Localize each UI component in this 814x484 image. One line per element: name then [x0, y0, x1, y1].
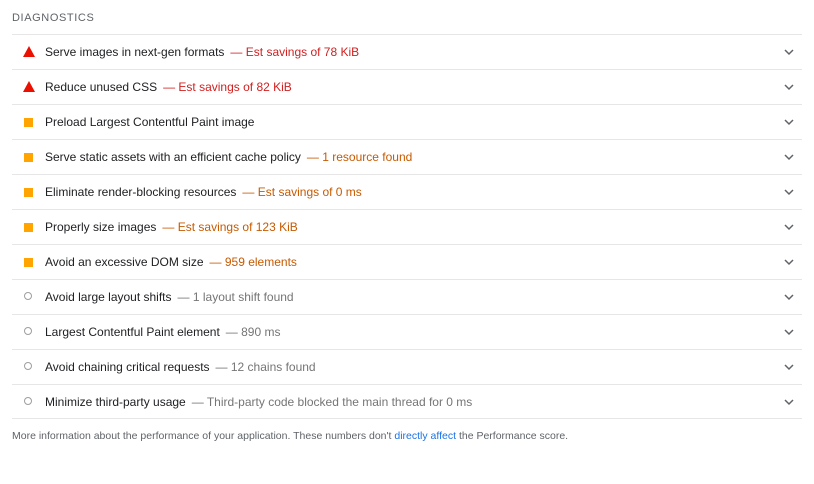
audit-label: Reduce unused CSS: [45, 80, 158, 94]
chevron-down-icon[interactable]: [784, 83, 794, 91]
audit-row-dom-size[interactable]: Avoid an excessive DOM size — 959 element…: [12, 244, 802, 279]
audit-detail: 1 layout shift found: [192, 290, 294, 304]
audit-separator: —: [225, 325, 238, 339]
audit-label: Minimize third-party usage: [45, 395, 186, 409]
red-triangle-icon: [23, 81, 35, 92]
audit-row-critical-requests[interactable]: Avoid chaining critical requests — 12 cha…: [12, 349, 802, 384]
audit-row-render-blocking[interactable]: Eliminate render-blocking resources — Est…: [12, 174, 802, 209]
audit-row-layout-shifts[interactable]: Avoid large layout shifts — 1 layout shif…: [12, 279, 802, 314]
directly-affect-link[interactable]: directly affect: [394, 430, 456, 442]
audit-separator: —: [163, 80, 176, 94]
audit-separator: —: [242, 185, 255, 199]
gray-circle-icon: [24, 292, 32, 300]
audit-label: Largest Contentful Paint element: [45, 325, 220, 339]
audit-label: Serve static assets with an efficient ca…: [45, 150, 301, 164]
audit-separator: —: [191, 395, 204, 409]
gray-circle-icon: [24, 362, 32, 370]
audit-label: Avoid chaining critical requests: [45, 360, 210, 374]
footer-text: More information about the performance o…: [12, 430, 395, 442]
chevron-down-icon[interactable]: [784, 48, 794, 56]
chevron-down-icon[interactable]: [784, 258, 794, 266]
footer-note: More information about the performance o…: [12, 430, 568, 442]
audit-detail: Est savings of 0 ms: [257, 185, 362, 199]
audit-label: Avoid large layout shifts: [45, 290, 172, 304]
audit-detail: Est savings of 78 KiB: [245, 45, 360, 59]
audit-label: Avoid an excessive DOM size: [45, 255, 204, 269]
audit-detail: Third-party code blocked the main thread…: [206, 395, 473, 409]
audit-row-next-gen-images[interactable]: Serve images in next-gen formats — Est sa…: [12, 34, 802, 69]
chevron-down-icon[interactable]: [784, 118, 794, 126]
audit-separator: —: [215, 360, 228, 374]
audit-row-cache-policy[interactable]: Serve static assets with an efficient ca…: [12, 139, 802, 174]
chevron-down-icon[interactable]: [784, 328, 794, 336]
audit-detail: 1 resource found: [322, 150, 413, 164]
audit-separator: —: [177, 290, 190, 304]
audit-detail: 12 chains found: [230, 360, 316, 374]
audit-list: Serve images in next-gen formats — Est sa…: [12, 34, 802, 419]
audit-label: Serve images in next-gen formats: [45, 45, 225, 59]
audit-separator: —: [306, 150, 319, 164]
gray-circle-icon: [24, 327, 32, 335]
audit-separator: —: [230, 45, 243, 59]
chevron-down-icon[interactable]: [784, 153, 794, 161]
audit-row-lcp-element[interactable]: Largest Contentful Paint element — 890 ms: [12, 314, 802, 349]
chevron-down-icon[interactable]: [784, 293, 794, 301]
audit-label: Preload Largest Contentful Paint image: [45, 115, 255, 129]
gray-circle-icon: [24, 397, 32, 405]
orange-square-icon: [24, 118, 33, 127]
chevron-down-icon[interactable]: [784, 363, 794, 371]
footer-text-end: the Performance score.: [456, 430, 569, 442]
audit-separator: —: [209, 255, 222, 269]
audit-detail: Est savings of 123 KiB: [177, 220, 298, 234]
audit-detail: 890 ms: [241, 325, 281, 339]
audit-separator: —: [162, 220, 175, 234]
audit-row-preload-lcp[interactable]: Preload Largest Contentful Paint image: [12, 104, 802, 139]
orange-square-icon: [24, 188, 33, 197]
audit-row-size-images[interactable]: Properly size images — Est savings of 123…: [12, 209, 802, 244]
audit-detail: Est savings of 82 KiB: [178, 80, 292, 94]
orange-square-icon: [24, 153, 33, 162]
chevron-down-icon[interactable]: [784, 398, 794, 406]
section-title: DIAGNOSTICS: [12, 12, 95, 24]
chevron-down-icon[interactable]: [784, 223, 794, 231]
audit-detail: 959 elements: [224, 255, 297, 269]
audit-row-unused-css[interactable]: Reduce unused CSS — Est savings of 82 KiB: [12, 69, 802, 104]
orange-square-icon: [24, 223, 33, 232]
orange-square-icon: [24, 258, 33, 267]
audit-label: Properly size images: [45, 220, 157, 234]
chevron-down-icon[interactable]: [784, 188, 794, 196]
diagnostics-panel: DIAGNOSTICS Serve images in next-gen for…: [0, 0, 814, 484]
red-triangle-icon: [23, 46, 35, 57]
audit-row-third-party[interactable]: Minimize third-party usage — Third-party …: [12, 384, 802, 419]
audit-label: Eliminate render-blocking resources: [45, 185, 237, 199]
